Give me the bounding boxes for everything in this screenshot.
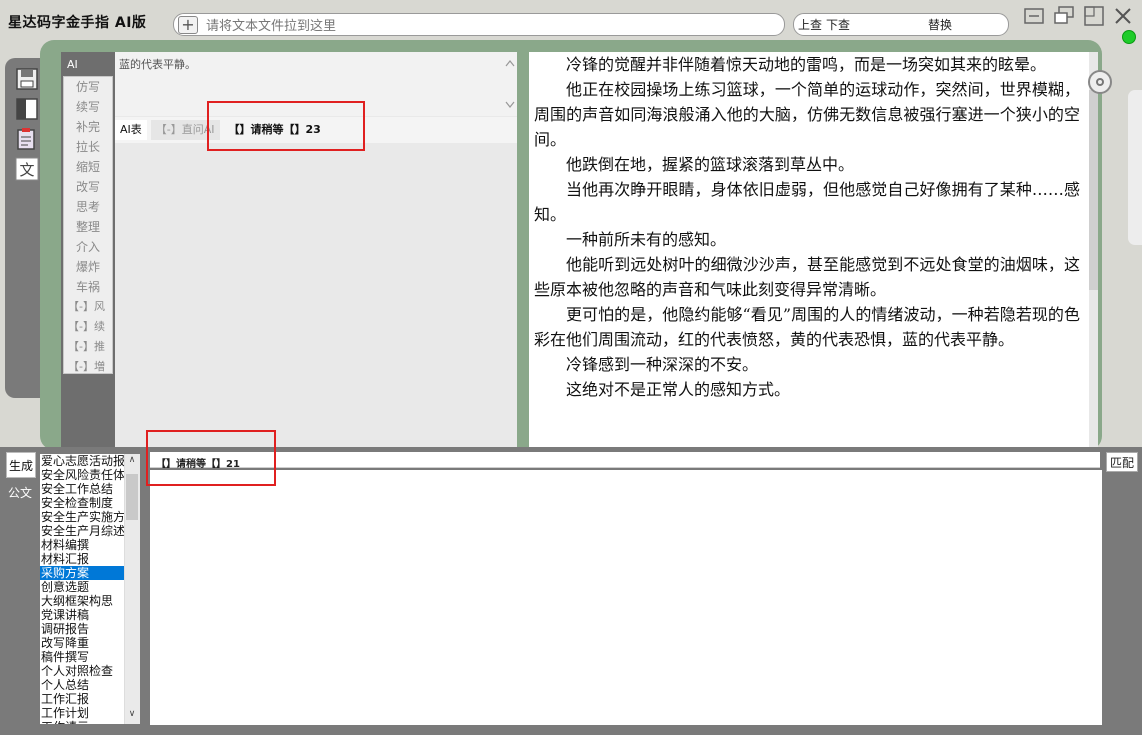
tab-ai-table[interactable]: AI表 xyxy=(115,120,147,140)
cmd-organize[interactable]: 整理 xyxy=(64,217,112,237)
add-file-button[interactable]: + xyxy=(178,15,198,34)
template-scroll-thumb[interactable] xyxy=(126,474,138,520)
replace-button[interactable]: 替换 xyxy=(928,16,952,33)
cmd-continue[interactable]: 续写 xyxy=(64,97,112,117)
official-doc-tab[interactable]: 公文 xyxy=(8,484,32,501)
cmd-push[interactable]: 【-】推 xyxy=(64,337,112,357)
search-box[interactable]: 上查 下查 替换 xyxy=(793,13,1009,36)
layout-icon[interactable] xyxy=(14,96,40,122)
maximize-icon[interactable] xyxy=(1082,4,1106,28)
document-paragraph[interactable]: 更可怕的是，他隐约能够“看见”周围的人的情绪波动，一种若隐若现的色彩在他们周围流… xyxy=(534,302,1080,352)
ai-header: AI xyxy=(67,58,78,71)
search-down-button[interactable]: 下查 xyxy=(826,16,850,33)
cmd-lengthen[interactable]: 拉长 xyxy=(64,137,112,157)
document-paragraph[interactable]: 冷锋感到一种深深的不安。 xyxy=(534,352,1080,377)
match-button[interactable]: 匹配 xyxy=(1106,452,1138,472)
clipboard-icon[interactable] xyxy=(14,126,40,152)
svg-text:文: 文 xyxy=(19,161,34,179)
file-drop-input[interactable]: + 请将文本文件拉到这里 xyxy=(173,13,785,36)
generate-button[interactable]: 生成 xyxy=(6,452,36,478)
highlight-box xyxy=(146,430,276,486)
cmd-add[interactable]: 【-】増 xyxy=(64,357,112,377)
document-paragraph[interactable]: 他正在校园操场上练习篮球，一个简单的运球动作，突然间，世界模糊，周围的声音如同海… xyxy=(534,77,1080,152)
right-side-strip[interactable] xyxy=(1128,90,1142,245)
settings-knob-icon[interactable] xyxy=(1088,70,1112,94)
file-drop-placeholder: 请将文本文件拉到这里 xyxy=(206,19,337,34)
ai-output-scrollbar[interactable] xyxy=(503,54,517,114)
document-paragraph[interactable]: 这绝对不是正常人的感知方式。 xyxy=(534,377,1080,402)
document-text[interactable]: 冷锋的觉醒并非伴随着惊天动地的雷鸣，而是一场突如其来的眩晕。 他正在校园操场上练习… xyxy=(529,52,1085,402)
save-icon[interactable] xyxy=(14,66,40,92)
search-up-button[interactable]: 上查 xyxy=(798,16,822,33)
cmd-imitate[interactable]: 仿写 xyxy=(64,77,112,97)
document-paragraph[interactable]: 他能听到远处树叶的细微沙沙声，甚至能感觉到不远处食堂的油烟味，这些原本被他忽略的… xyxy=(534,252,1080,302)
highlight-box xyxy=(207,101,365,151)
cmd-shorten[interactable]: 缩短 xyxy=(64,157,112,177)
restore-icon[interactable] xyxy=(1052,4,1076,28)
text-icon[interactable]: 文 xyxy=(14,156,40,182)
cmd-accident[interactable]: 车祸 xyxy=(64,277,112,297)
document-paragraph[interactable]: 他跌倒在地，握紧的篮球滚落到草丛中。 xyxy=(534,152,1080,177)
document-paragraph[interactable]: 一种前所未有的感知。 xyxy=(534,227,1080,252)
scroll-up-icon[interactable]: ∧ xyxy=(124,455,140,469)
app-title: 星达码字金手指 AI版 xyxy=(8,15,147,31)
ai-command-list: 仿写 续写 补完 拉长 缩短 改写 思考 整理 介入 爆炸 车祸 【-】风 【-… xyxy=(63,76,113,374)
minimize-icon[interactable] xyxy=(1022,4,1046,28)
document-paragraph[interactable]: 冷锋的觉醒并非伴随着惊天动地的雷鸣，而是一场突如其来的眩晕。 xyxy=(534,52,1080,77)
status-indicator xyxy=(1122,30,1136,44)
output-editor[interactable] xyxy=(150,470,1102,725)
document-scroll-thumb[interactable] xyxy=(1089,90,1098,290)
cmd-continue-2[interactable]: 【-】续 xyxy=(64,317,112,337)
document-paragraph[interactable]: 当他再次睁开眼睛，身体依旧虚弱，但他感觉自己好像拥有了某种……感知。 xyxy=(534,177,1080,227)
bottom-tab-bar xyxy=(150,452,1100,468)
cmd-intervene[interactable]: 介入 xyxy=(64,237,112,257)
cmd-rewrite[interactable]: 改写 xyxy=(64,177,112,197)
cmd-style[interactable]: 【-】风 xyxy=(64,297,112,317)
cmd-complete[interactable]: 补完 xyxy=(64,117,112,137)
close-icon[interactable] xyxy=(1111,4,1135,28)
scroll-down-icon[interactable]: ∨ xyxy=(124,709,140,723)
cmd-think[interactable]: 思考 xyxy=(64,197,112,217)
cmd-explode[interactable]: 爆炸 xyxy=(64,257,112,277)
document-editor[interactable]: 冷锋的觉醒并非伴随着惊天动地的雷鸣，而是一场突如其来的眩晕。 他正在校园操场上练习… xyxy=(529,52,1089,450)
